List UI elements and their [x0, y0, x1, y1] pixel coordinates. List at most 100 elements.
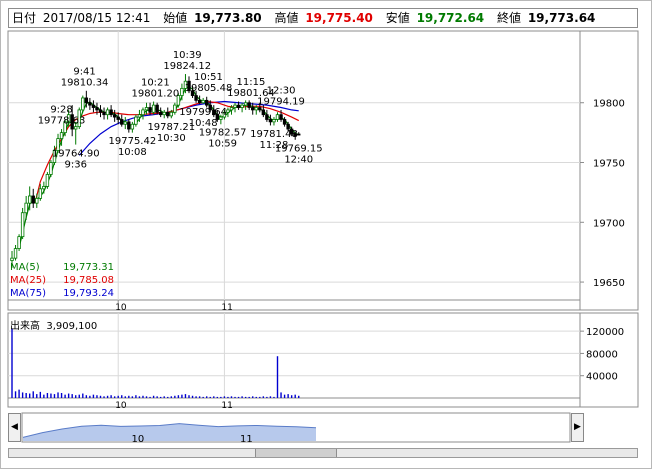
candle-body: [98, 109, 103, 113]
annotation-price: 19781.48: [250, 129, 298, 140]
candle-body: [194, 95, 198, 101]
candle-body: [297, 133, 301, 136]
candle-body: [180, 87, 184, 96]
candle-body: [74, 126, 78, 130]
annotation-time: 9:36: [64, 160, 86, 171]
candle-body: [10, 257, 14, 261]
ma75-legend: MA(75) 19,793.24: [10, 288, 114, 300]
candle-body: [105, 109, 110, 116]
scroll-right-arrow-icon: ▶: [574, 422, 581, 432]
candle-body: [173, 104, 177, 113]
candle-body: [251, 107, 255, 111]
candle-body: [45, 174, 50, 187]
ma25-value: 19,785.08: [63, 275, 114, 286]
candle-body: [127, 121, 131, 130]
candle-body: [49, 162, 53, 175]
candle-body: [148, 107, 152, 113]
candle-body: [59, 132, 64, 140]
candle-body: [247, 102, 251, 108]
candle-body: [120, 119, 124, 125]
candle-body: [166, 111, 170, 117]
annotation-time: 10:39: [173, 50, 202, 61]
volume-panel-border: [7, 312, 639, 408]
candle-body: [279, 114, 283, 120]
ma5-label: MA(5): [10, 262, 40, 273]
candle-body: [236, 104, 241, 108]
candle-body: [91, 104, 96, 108]
annotation-price: 19810.34: [61, 77, 109, 88]
candle-body: [268, 119, 273, 123]
annotation-price: 19799.64: [179, 107, 227, 118]
annotation-price: 19794.19: [257, 97, 305, 108]
ma5-value: 19,773.31: [63, 262, 114, 273]
candle-body: [123, 121, 127, 125]
annotation-time: 11:15: [237, 77, 266, 88]
candle-body: [31, 195, 35, 204]
candle-body: [141, 109, 145, 116]
scroll-left-button[interactable]: ◀: [8, 413, 21, 442]
annotation-price: 19805.48: [185, 83, 233, 94]
candle-body: [42, 186, 46, 190]
candle-body: [112, 114, 117, 118]
candle-body: [272, 119, 276, 123]
candle-body: [155, 104, 159, 113]
candle-body: [201, 99, 205, 104]
annotation-time: 12:40: [284, 155, 313, 166]
candle-body: [130, 123, 135, 130]
annotation-time: 10:59: [208, 139, 237, 150]
time-tick-label: 10: [115, 303, 127, 313]
volume-tick-label: 40000: [586, 372, 618, 383]
candle-body: [88, 102, 92, 106]
chart-canvas: 19650 19700 19750 19800 10 11 9:4119810.34 9:2…: [7, 30, 639, 445]
candle-body: [158, 111, 163, 116]
candle-body: [282, 119, 287, 125]
candle-body: [144, 107, 149, 111]
annotation-time: 12:30: [267, 86, 296, 97]
annotation-price: 19824.12: [163, 61, 211, 72]
candle-body: [27, 195, 32, 204]
horizontal-scrollbar[interactable]: [8, 448, 638, 458]
annotation-price: 19769.15: [275, 144, 323, 155]
candle-body: [81, 97, 85, 111]
annotation-price: 19782.57: [199, 128, 247, 139]
volume-label: 出来高: [10, 321, 40, 332]
volume-tick-label: 120000: [586, 327, 624, 338]
candle-body: [20, 212, 25, 238]
candle-body: [197, 99, 202, 104]
scroll-right-button[interactable]: ▶: [571, 413, 584, 442]
candle-body: [162, 111, 166, 116]
candle-body: [261, 109, 266, 116]
annotation-price: 19778.63: [38, 115, 86, 126]
price-tick-label: 19700: [593, 218, 625, 229]
annotation-time: 10:30: [157, 133, 186, 144]
candle-body: [265, 114, 269, 120]
price-tick-label: 19650: [593, 278, 625, 289]
candle-body: [116, 116, 120, 120]
candle-body: [17, 236, 21, 249]
candle-body: [258, 107, 262, 111]
candle-body: [151, 104, 156, 113]
ma5-legend: MA(5) 19,773.31: [10, 262, 114, 274]
candle-body: [134, 116, 138, 125]
ma25-legend: MA(25) 19,785.08: [10, 275, 114, 287]
volume-time-label: 11: [221, 401, 232, 411]
volume-panel: [7, 312, 639, 408]
scroll-left-arrow-icon: ◀: [11, 422, 18, 432]
annotation-time: 10:08: [118, 147, 147, 158]
candle-body: [109, 109, 113, 116]
annotation-time: 10:21: [141, 77, 170, 88]
candle-body: [38, 188, 43, 199]
scrollbar-thumb[interactable]: [255, 449, 337, 457]
candle-body: [275, 114, 280, 120]
annotation-price: 19801.20: [132, 88, 180, 99]
candle-body: [254, 107, 258, 111]
candle-body: [169, 111, 173, 117]
candle-body: [240, 104, 244, 108]
candle-body: [95, 107, 99, 111]
candle-body: [229, 107, 234, 111]
annotation-time: 10:51: [194, 72, 223, 83]
time-tick-label: 11: [221, 303, 232, 313]
candle-body: [84, 97, 89, 104]
overview-time-label: 10: [132, 434, 145, 445]
price-tick-label: 19750: [593, 159, 625, 170]
